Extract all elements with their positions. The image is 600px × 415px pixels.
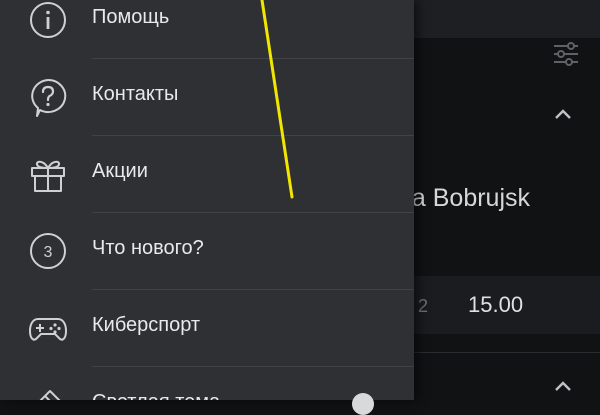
odds-value[interactable]: 15.00	[468, 292, 523, 318]
gamepad-icon	[29, 318, 67, 341]
menu-item-label: Киберспорт	[92, 314, 201, 336]
filter-sliders-icon[interactable]	[551, 40, 581, 68]
menu-item-label: Светлая тема	[92, 391, 220, 400]
menu-item-esports[interactable]: Киберспорт	[0, 290, 414, 366]
chevron-up-icon[interactable]	[549, 372, 577, 400]
odds-outcome-label: 2	[418, 296, 429, 316]
menu-item-label: Контакты	[92, 83, 179, 105]
menu-item-label: Акции	[92, 160, 148, 182]
chevron-up-icon[interactable]	[549, 100, 577, 128]
menu-item-label: Помощь	[92, 6, 170, 28]
divider	[400, 352, 600, 353]
question-bubble-icon	[31, 78, 67, 117]
menu-item-light-theme[interactable]: Светлая тема	[0, 367, 414, 400]
light-theme-toggle[interactable]	[352, 393, 374, 415]
menu-item-contacts[interactable]: Контакты	[0, 59, 414, 135]
number-3-badge: 3	[44, 244, 53, 261]
menu-item-help[interactable]: Помощь	[0, 0, 414, 58]
menu-item-label: Что нового?	[92, 237, 204, 259]
brush-icon	[39, 390, 61, 400]
menu-item-promotions[interactable]: Акции	[0, 136, 414, 212]
info-icon	[30, 2, 66, 38]
event-team-name: na Bobrujsk	[398, 184, 531, 212]
navigation-drawer: Помощь Контакты Акции 3 Что нового? Кибе…	[0, 0, 414, 415]
menu-item-whats-new[interactable]: 3 Что нового?	[0, 213, 414, 289]
number-3-icon: 3	[30, 233, 66, 269]
gift-icon	[31, 160, 65, 192]
